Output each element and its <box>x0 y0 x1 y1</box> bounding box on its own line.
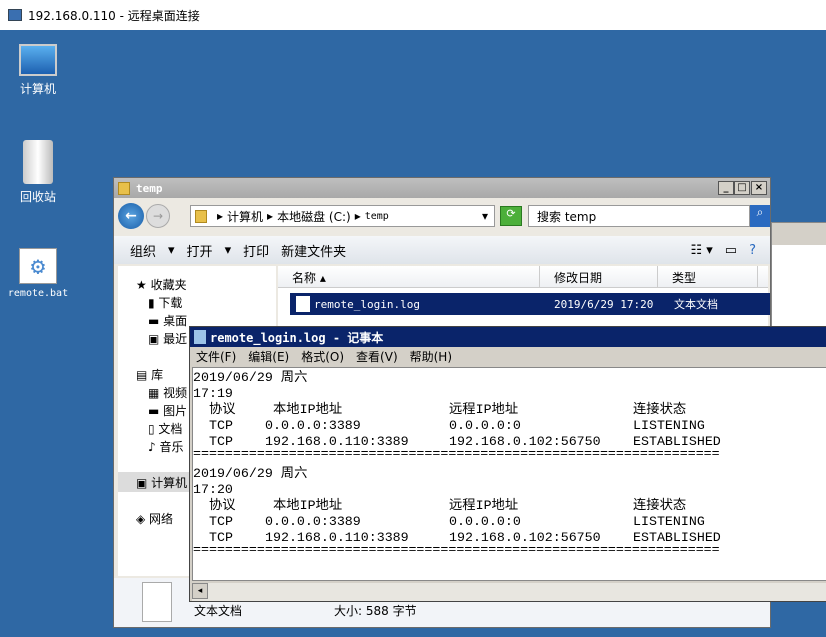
log-cell: 0.0.0.0:3389 <box>265 418 361 433</box>
details-type: 文本文档 <box>194 604 243 618</box>
details-size: 大小: 588 字节 <box>334 604 417 618</box>
column-type[interactable]: 类型 <box>658 266 758 287</box>
log-header: 协议 <box>209 498 236 513</box>
sidebar-item-music[interactable]: ♪ 音乐 <box>148 438 184 455</box>
log-cell: 0.0.0.0:0 <box>449 514 521 529</box>
file-date: 2019/6/29 17:20 <box>554 297 654 311</box>
horizontal-scrollbar[interactable]: ◂ <box>192 583 826 601</box>
desktop-computer[interactable]: 计算机 <box>3 40 73 97</box>
log-separator: ========================================… <box>193 446 720 461</box>
new-folder-button[interactable]: 新建文件夹 <box>281 241 346 260</box>
refresh-button[interactable]: ⟳ <box>500 206 522 226</box>
menu-view[interactable]: 查看(V) <box>356 348 398 365</box>
folder-icon <box>118 181 130 195</box>
window-title: temp <box>136 181 163 195</box>
sidebar-item-pictures[interactable]: ▬ 图片 <box>148 402 187 419</box>
sidebar-item-downloads[interactable]: ▮ 下载 <box>148 294 182 311</box>
desktop-recycle-bin[interactable]: 回收站 <box>3 140 73 205</box>
log-header: 协议 <box>209 402 236 417</box>
menu-edit[interactable]: 编辑(E) <box>248 348 289 365</box>
sidebar-item-network[interactable]: ◈ 网络 <box>136 510 173 527</box>
log-header: 连接状态 <box>633 498 687 513</box>
menu-help[interactable]: 帮助(H) <box>410 348 452 365</box>
file-thumbnail-icon <box>142 582 172 622</box>
back-button[interactable]: ← <box>118 203 144 229</box>
log-cell: TCP <box>209 418 233 433</box>
file-type: 文本文档 <box>674 298 718 311</box>
view-icon[interactable]: ☷ ▾ <box>690 243 712 258</box>
minimize-button[interactable]: _ <box>718 181 734 195</box>
background-window[interactable] <box>771 222 826 332</box>
recycle-bin-icon <box>23 140 53 184</box>
command-bar: 组织 ▾ 打开 ▾ 打印 新建文件夹 ☷ ▾ ▭ ? <box>114 236 770 264</box>
log-time: 17:19 <box>193 386 233 401</box>
maximize-button[interactable]: □ <box>734 181 750 195</box>
text-file-icon <box>296 296 310 312</box>
forward-button[interactable]: → <box>146 204 170 228</box>
sidebar-item-recent[interactable]: ▣ 最近 <box>148 330 187 347</box>
notepad-titlebar: remote_login.log - 记事本 <box>190 327 826 347</box>
breadcrumb-drive[interactable]: 本地磁盘 (C:) <box>277 208 351 225</box>
log-header: 远程IP地址 <box>449 402 519 417</box>
breadcrumb-computer[interactable]: 计算机 <box>227 208 263 225</box>
window-title: remote_login.log - 记事本 <box>210 330 384 345</box>
sidebar-item-libraries[interactable]: ▤ 库 <box>136 366 163 383</box>
rdp-title: 192.168.0.110 - 远程桌面连接 <box>28 8 200 23</box>
log-time: 17:20 <box>193 482 233 497</box>
print-button[interactable]: 打印 <box>243 241 269 260</box>
file-row[interactable]: remote_login.log 2019/6/29 17:20 文本文档 <box>290 293 770 315</box>
sidebar-item-favorites[interactable]: ★ 收藏夹 <box>136 276 187 293</box>
desktop-label: 回收站 <box>19 190 56 204</box>
folder-icon <box>195 209 207 223</box>
scroll-left-button[interactable]: ◂ <box>192 583 208 599</box>
help-icon[interactable]: ? <box>749 243 756 258</box>
log-cell: 0.0.0.0:0 <box>449 418 521 433</box>
search-input[interactable]: 搜索 temp <box>528 205 750 227</box>
computer-icon <box>19 44 57 76</box>
log-separator: ========================================… <box>193 542 720 557</box>
rdp-titlebar: 192.168.0.110 - 远程桌面连接 <box>0 0 826 30</box>
column-date[interactable]: 修改日期 <box>540 266 658 287</box>
search-icon[interactable]: ⌕ <box>750 205 770 227</box>
sidebar-item-videos[interactable]: ▦ 视频 <box>148 384 187 401</box>
log-date: 2019/06/29 周六 <box>193 370 308 385</box>
menu-file[interactable]: 文件(F) <box>196 348 236 365</box>
text-editor[interactable]: 2019/06/29 周六 17:19 协议 本地IP地址 远程IP地址 连接状态 TCP 0… <box>192 367 826 581</box>
rdp-icon <box>8 9 22 21</box>
column-name[interactable]: 名称 ▴ <box>278 266 540 287</box>
close-button[interactable]: × <box>751 181 767 195</box>
chevron-down-icon[interactable]: ▾ <box>482 209 488 223</box>
explorer-titlebar: temp <box>114 178 770 198</box>
notepad-window: remote_login.log - 记事本 文件(F) 编辑(E) 格式(O)… <box>189 326 826 602</box>
address-bar[interactable]: ▸ 计算机 ▸ 本地磁盘 (C:) ▸ temp ▾ <box>190 205 495 227</box>
log-date: 2019/06/29 周六 <box>193 466 308 481</box>
log-cell: LISTENING <box>633 514 705 529</box>
file-name: remote_login.log <box>314 297 420 311</box>
log-header: 连接状态 <box>633 402 687 417</box>
breadcrumb-temp[interactable]: temp <box>365 211 389 222</box>
sidebar-item-desktop[interactable]: ▬ 桌面 <box>148 312 187 329</box>
log-header: 远程IP地址 <box>449 498 519 513</box>
menu-bar: 文件(F) 编辑(E) 格式(O) 查看(V) 帮助(H) <box>190 347 826 365</box>
log-header: 本地IP地址 <box>273 402 343 417</box>
organize-button[interactable]: 组织 <box>130 241 156 260</box>
log-cell: 0.0.0.0:3389 <box>265 514 361 529</box>
log-cell: TCP <box>209 514 233 529</box>
log-cell: LISTENING <box>633 418 705 433</box>
notepad-icon <box>194 330 206 344</box>
open-button[interactable]: 打开 <box>187 241 213 260</box>
menu-format[interactable]: 格式(O) <box>301 348 344 365</box>
log-header: 本地IP地址 <box>273 498 343 513</box>
desktop-label: remote.bat <box>7 288 69 299</box>
gear-file-icon: ⚙ <box>19 248 57 284</box>
desktop-remote-bat[interactable]: ⚙ remote.bat <box>3 248 73 299</box>
sidebar-item-documents[interactable]: ▯ 文档 <box>148 420 182 437</box>
desktop-label: 计算机 <box>19 82 56 96</box>
preview-pane-icon[interactable]: ▭ <box>725 243 737 258</box>
